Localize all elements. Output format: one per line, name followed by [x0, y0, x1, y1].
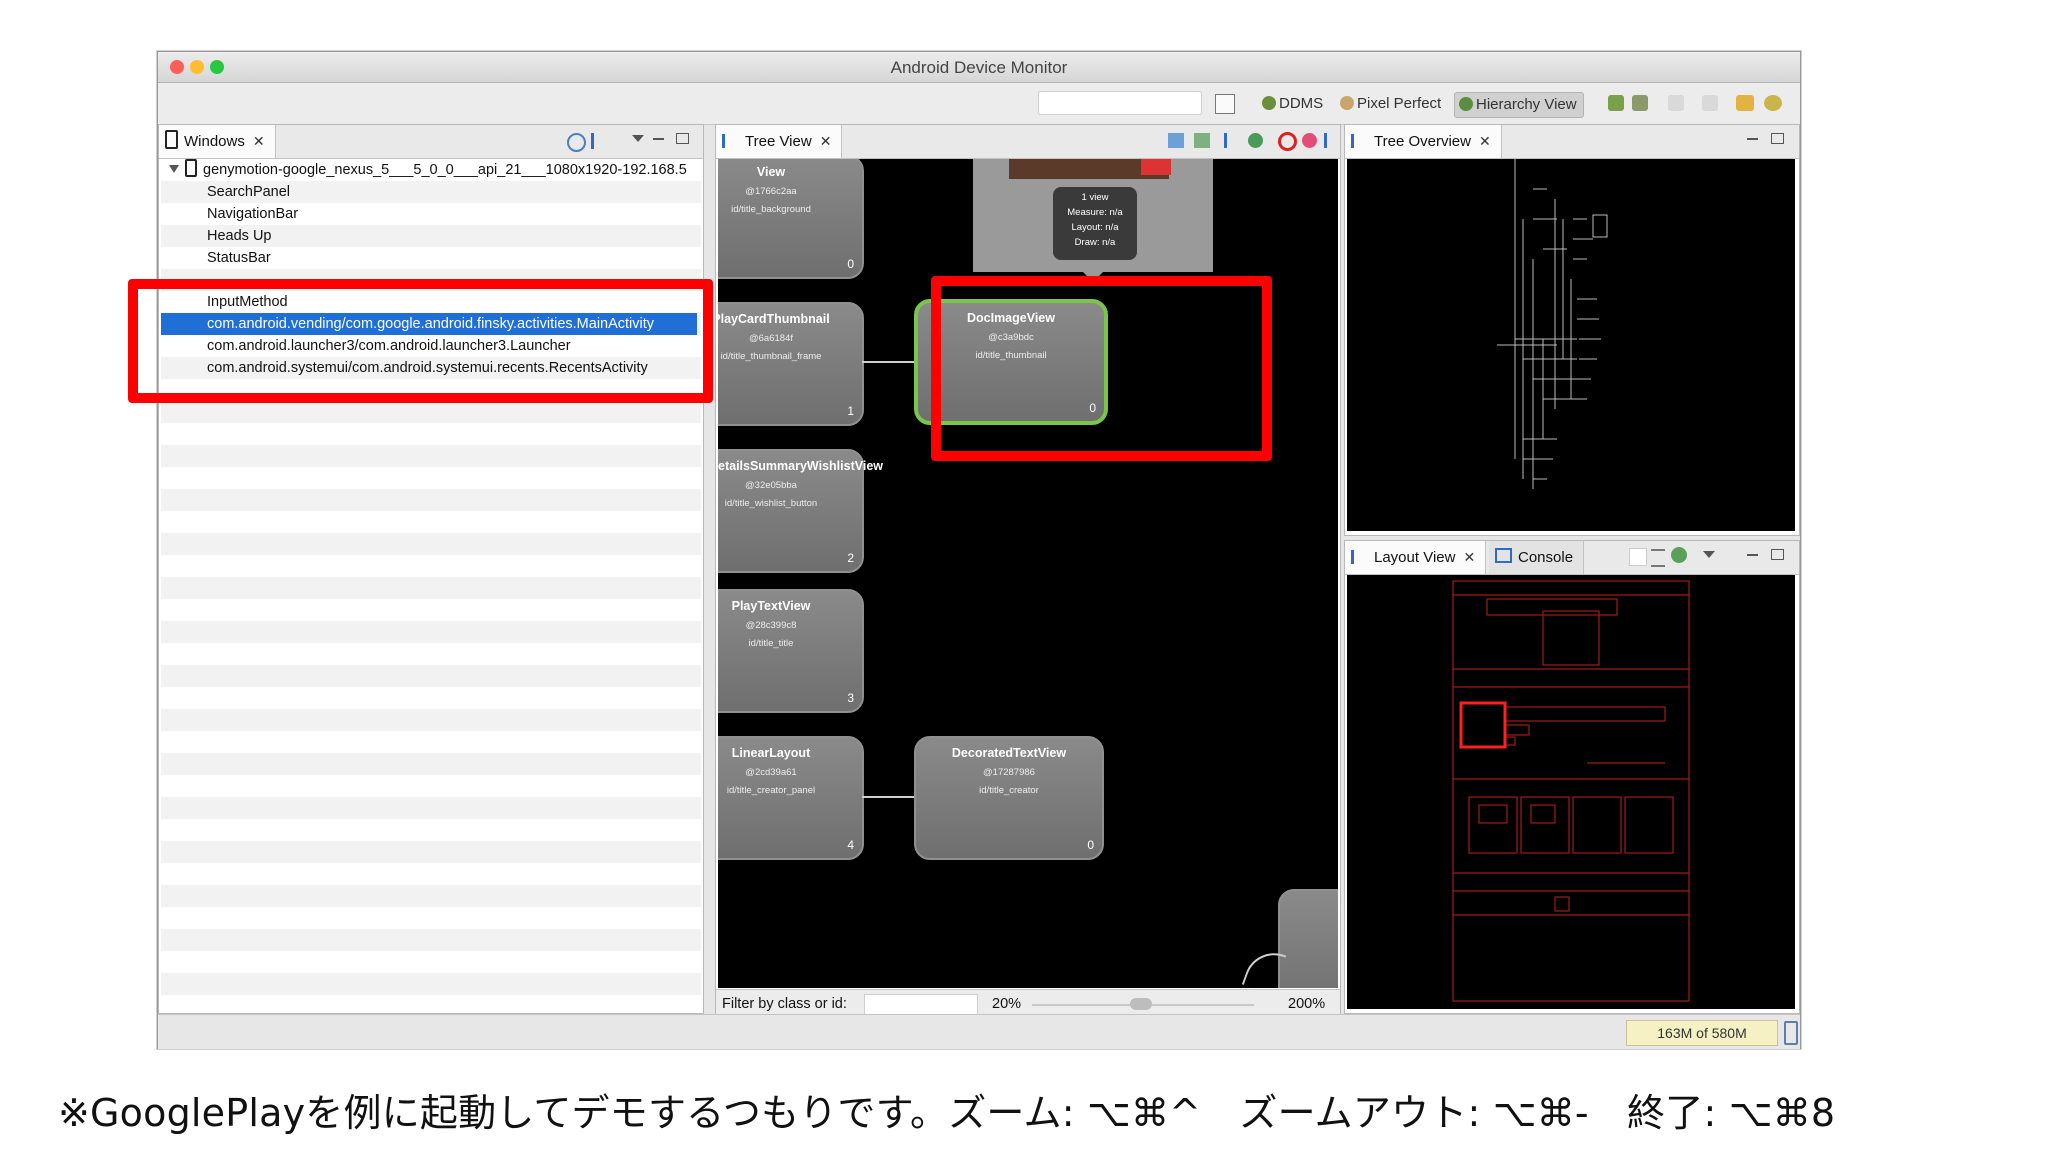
device-icon[interactable] [1608, 95, 1624, 111]
title-bar: Android Device Monitor [158, 52, 1800, 83]
display-view-icon[interactable] [1248, 133, 1263, 148]
windows-panel: Windows ✕ genymotion-google_nexus_5___5_0… [158, 124, 704, 1014]
minimize-icon[interactable] [653, 131, 664, 147]
list-item[interactable]: Heads Up [161, 225, 701, 247]
slide-caption: ※GooglePlayを例に起動してデモするつもりです。ズーム: ⌥⌘^ ズーム… [58, 1091, 1836, 1135]
request-layout-icon[interactable] [1302, 133, 1317, 148]
white-background-icon[interactable] [1629, 548, 1647, 566]
layout-view-tabbar: Layout View ✕ Console [1345, 541, 1799, 575]
capture-layers-icon[interactable] [1194, 133, 1210, 148]
tab-tree-view[interactable]: Tree View ✕ [716, 125, 843, 158]
view-menu-icon[interactable] [632, 131, 644, 147]
tree-node[interactable]: View @1766c2aa id/title_background 0 [718, 159, 864, 279]
view-menu-icon[interactable] [1703, 547, 1715, 563]
invalidate-icon[interactable] [1278, 132, 1297, 151]
list-item[interactable]: NavigationBar [161, 203, 701, 225]
load-all-views-icon[interactable] [1671, 547, 1687, 563]
tree-node[interactable]: PlayTextView @28c399c8 id/title_title 3 [718, 589, 864, 713]
refresh-icon[interactable] [567, 133, 586, 152]
zoom-min-label: 20% [992, 996, 1022, 1012]
minimize-icon[interactable] [1747, 547, 1758, 563]
perspective-ddms[interactable]: DDMS [1258, 92, 1329, 116]
load-hierarchy-icon[interactable] [591, 133, 614, 149]
disabled-tool-icon [1702, 95, 1718, 111]
tree-icon [1351, 134, 1368, 148]
layout-wireframe [1452, 580, 1690, 1002]
tree-node[interactable]: DecoratedTextView @17287986 id/title_cre… [914, 736, 1104, 860]
highlight-box-windows [128, 279, 713, 403]
popup-panel: 1 view Measure: n/a Layout: n/a Draw: n/… [973, 159, 1213, 272]
tab-windows[interactable]: Windows ✕ [159, 125, 276, 158]
tree-view-panel: Tree View ✕ 1 view Measure: n/a Layout: n… [715, 124, 1341, 1020]
node-connector [862, 361, 914, 363]
tree-overview-tabbar: Tree Overview ✕ [1345, 125, 1799, 159]
android-ddms-icon [1262, 96, 1276, 110]
layout-view-panel: Layout View ✕ Console [1344, 540, 1800, 1014]
magnifier-icon [1340, 96, 1354, 110]
hierarchy-icon [1459, 97, 1473, 111]
tab-layout-view[interactable]: Layout View ✕ [1345, 541, 1487, 574]
memory-indicator: 163M of 580M [1626, 1020, 1778, 1046]
tab-console[interactable]: Console [1489, 541, 1585, 574]
layout-view-canvas[interactable] [1347, 575, 1795, 1009]
thumbnail-badge [1141, 159, 1171, 175]
dump-displaylist-icon[interactable] [1324, 133, 1339, 148]
expand-arrow-icon[interactable] [169, 165, 179, 173]
filter-label: Filter by class or id: [722, 996, 847, 1012]
device-icon [185, 159, 197, 177]
selected-view-outline [1459, 701, 1507, 749]
tree-view-tabbar: Tree View ✕ [716, 125, 1340, 159]
tree-overview-graph [1497, 159, 1608, 489]
close-tab-icon[interactable]: ✕ [820, 133, 832, 149]
save-png-icon[interactable] [1168, 133, 1184, 148]
app-window: Android Device Monitor DDMS Pixel Perfec… [128, 51, 1801, 1049]
device-row[interactable]: genymotion-google_nexus_5___5_0_0___api_… [161, 159, 701, 181]
list-item[interactable]: StatusBar [161, 247, 701, 269]
maximize-icon[interactable] [1771, 547, 1784, 563]
tree-icon [1351, 550, 1368, 564]
zoom-max-label: 200% [1288, 996, 1326, 1012]
node-connector [862, 796, 914, 798]
tree-overview-canvas[interactable] [1347, 159, 1795, 531]
console-icon [1495, 548, 1512, 563]
tree-overview-panel: Tree Overview ✕ [1344, 124, 1800, 536]
list-item[interactable]: SearchPanel [161, 181, 701, 203]
status-bar: 163M of 580M [158, 1014, 1800, 1049]
search-icon[interactable] [1764, 95, 1782, 111]
main-toolbar: DDMS Pixel Perfect Hierarchy View [158, 83, 1800, 125]
disabled-tool-icon [1668, 95, 1684, 111]
zoom-slider-thumb[interactable] [1130, 998, 1152, 1010]
close-tab-icon[interactable]: ✕ [253, 133, 265, 149]
tree-node[interactable]: etailsSummaryWishlistView @32e05bba id/t… [718, 449, 883, 573]
tab-tree-overview[interactable]: Tree Overview ✕ [1345, 125, 1502, 158]
show-extras-icon[interactable] [1651, 549, 1665, 567]
open-perspective-icon[interactable] [1215, 94, 1235, 114]
device-icon [165, 130, 178, 149]
perspective-hierarchy-view[interactable]: Hierarchy View [1454, 92, 1584, 118]
dump-icon[interactable] [1632, 95, 1648, 111]
highlight-box-node [931, 276, 1272, 461]
tree-node[interactable]: PlayCardThumbnail @6a6184f id/title_thum… [718, 302, 864, 426]
tree-icon [722, 134, 739, 148]
close-tab-icon[interactable]: ✕ [1479, 133, 1491, 149]
maximize-icon[interactable] [676, 131, 689, 147]
trash-icon[interactable] [1784, 1021, 1798, 1045]
perspective-pixel-perfect[interactable]: Pixel Perfect [1336, 92, 1447, 116]
windows-tabbar: Windows ✕ [159, 125, 703, 159]
minimize-icon[interactable] [1747, 131, 1758, 147]
tree-node[interactable]: LinearLayout @2cd39a61 id/title_creator_… [718, 736, 864, 860]
node-info-popup: 1 view Measure: n/a Layout: n/a Draw: n/… [1053, 187, 1137, 260]
filter-input[interactable] [864, 994, 978, 1016]
swap-icon[interactable] [1736, 95, 1754, 111]
tree-node-partial[interactable] [1278, 889, 1338, 988]
window-title: Android Device Monitor [890, 58, 1068, 77]
maximize-icon[interactable] [1771, 131, 1784, 147]
quick-access-input[interactable] [1038, 91, 1202, 115]
load-view-icon[interactable] [1224, 133, 1243, 148]
close-tab-icon[interactable]: ✕ [1463, 549, 1475, 565]
